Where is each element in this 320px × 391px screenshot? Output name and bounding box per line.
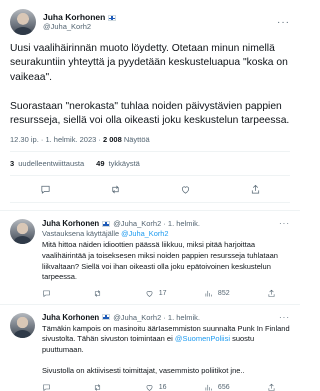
heart-icon[interactable] bbox=[180, 183, 191, 195]
heart-icon bbox=[146, 290, 153, 297]
display-name[interactable]: Juha Korhonen bbox=[42, 312, 111, 322]
handle[interactable]: @Juha_Korh2 · 1. helmik. bbox=[113, 313, 200, 322]
reply-body: Juha Korhonen @Juha_Korh2 · 1. helmik. ·… bbox=[42, 313, 290, 391]
bar-chart-icon bbox=[205, 290, 212, 297]
share-icon bbox=[268, 289, 275, 297]
like-button[interactable]: 17 bbox=[145, 289, 167, 298]
reply-text-main: Mitä hittoa näiden idioottien päässä lii… bbox=[42, 240, 278, 282]
retweets-count: 3 bbox=[10, 159, 15, 169]
retweet-icon[interactable] bbox=[110, 183, 121, 195]
tweet-author: Juha Korhonen @Juha_Korh2 ··· bbox=[10, 6, 290, 38]
mention-link[interactable]: @SuomenPoliisi bbox=[175, 334, 230, 343]
reply-header: Juha Korhonen @Juha_Korh2 · 1. helmik. ·… bbox=[42, 313, 290, 322]
views-button[interactable]: 656 bbox=[204, 383, 230, 391]
display-name-text: Juha Korhonen bbox=[42, 312, 100, 322]
share-icon bbox=[268, 383, 275, 391]
share-button[interactable] bbox=[267, 383, 276, 391]
likes-count: 49 bbox=[96, 159, 105, 169]
retweet-icon bbox=[95, 290, 101, 297]
tweet-stats: 3 uudelleentwiittausta 49 tykkäystä bbox=[10, 152, 290, 177]
reply-icon[interactable] bbox=[40, 183, 51, 195]
retweets-label: uudelleentwiittausta bbox=[18, 159, 85, 169]
likes-stat[interactable]: 49 tykkäystä bbox=[96, 159, 140, 168]
avatar[interactable] bbox=[10, 219, 35, 245]
like-button[interactable]: 16 bbox=[145, 383, 167, 391]
reply-icon bbox=[43, 384, 50, 391]
share-button[interactable] bbox=[267, 289, 276, 298]
retweets-stat[interactable]: 3 uudelleentwiittausta bbox=[10, 159, 84, 168]
finland-flag-icon bbox=[108, 14, 117, 21]
views-count: 656 bbox=[217, 383, 230, 391]
share-icon[interactable] bbox=[250, 183, 261, 195]
replying-to-handle[interactable]: @Juha_Korh2 bbox=[121, 229, 168, 238]
avatar[interactable] bbox=[10, 9, 36, 35]
finland-flag-icon bbox=[102, 220, 111, 227]
tweet-text: Uusi vaalihäirinnän muoto löydetty. Otet… bbox=[10, 43, 290, 127]
reply-actions: 16 656 bbox=[42, 383, 290, 391]
thread-divider bbox=[0, 203, 300, 212]
more-options-button[interactable]: ··· bbox=[277, 17, 290, 28]
author-names: Juha Korhonen @Juha_Korh2 bbox=[43, 12, 117, 32]
more-options-button[interactable]: ··· bbox=[279, 313, 290, 322]
reply-tweet[interactable]: Juha Korhonen @Juha_Korh2 · 1. helmik. ·… bbox=[0, 305, 300, 391]
tweet-meta: 12.30 ip. · 1. helmik. 2023 · 2 008 Näyt… bbox=[10, 135, 290, 153]
replying-to: Vastauksena käyttäjälle @Juha_Korh2 bbox=[42, 229, 290, 238]
retweet-icon bbox=[95, 384, 101, 391]
handle[interactable]: @Juha_Korh2 bbox=[43, 22, 116, 32]
likes-label: tykkäystä bbox=[108, 159, 140, 169]
display-name[interactable]: Juha Korhonen bbox=[42, 219, 111, 229]
retweet-button[interactable] bbox=[93, 383, 107, 391]
display-name-text: Juha Korhonen bbox=[42, 219, 100, 229]
reply-header: Juha Korhonen @Juha_Korh2 · 1. helmik. ·… bbox=[42, 219, 290, 228]
reply-button[interactable] bbox=[42, 289, 56, 298]
like-count: 16 bbox=[158, 383, 167, 391]
main-tweet: Juha Korhonen @Juha_Korh2 ··· Uusi vaali… bbox=[0, 0, 300, 204]
reply-actions: 17 852 bbox=[42, 289, 290, 298]
finland-flag-icon bbox=[102, 314, 111, 321]
avatar[interactable] bbox=[10, 312, 35, 338]
reply-text: Mitä hittoa näiden idioottien päässä lii… bbox=[42, 240, 290, 282]
reply-icon bbox=[43, 290, 50, 297]
reply-tweet[interactable]: Juha Korhonen @Juha_Korh2 · 1. helmik. ·… bbox=[0, 211, 300, 305]
retweet-button[interactable] bbox=[93, 289, 107, 298]
views-button[interactable]: 852 bbox=[204, 289, 230, 298]
heart-icon bbox=[146, 384, 153, 391]
tweet-actions bbox=[10, 176, 290, 204]
views-count: 2 008 bbox=[102, 135, 122, 145]
reply-body: Juha Korhonen @Juha_Korh2 · 1. helmik. ·… bbox=[42, 219, 290, 297]
bar-chart-icon bbox=[205, 384, 212, 391]
handle[interactable]: @Juha_Korh2 · 1. helmik. bbox=[113, 219, 200, 228]
views-count: 852 bbox=[217, 289, 230, 297]
more-options-button[interactable]: ··· bbox=[279, 219, 290, 228]
tweet-timestamp[interactable]: 12.30 ip. · 1. helmik. 2023 · bbox=[10, 135, 103, 144]
views-label: Näyttöä bbox=[121, 135, 150, 145]
reply-button[interactable] bbox=[42, 383, 56, 391]
like-count: 17 bbox=[158, 289, 167, 297]
replying-prefix: Vastauksena käyttäjälle bbox=[42, 229, 122, 239]
reply-text: Tämäkin kampois on masinoitu äärIasemmis… bbox=[42, 324, 290, 377]
